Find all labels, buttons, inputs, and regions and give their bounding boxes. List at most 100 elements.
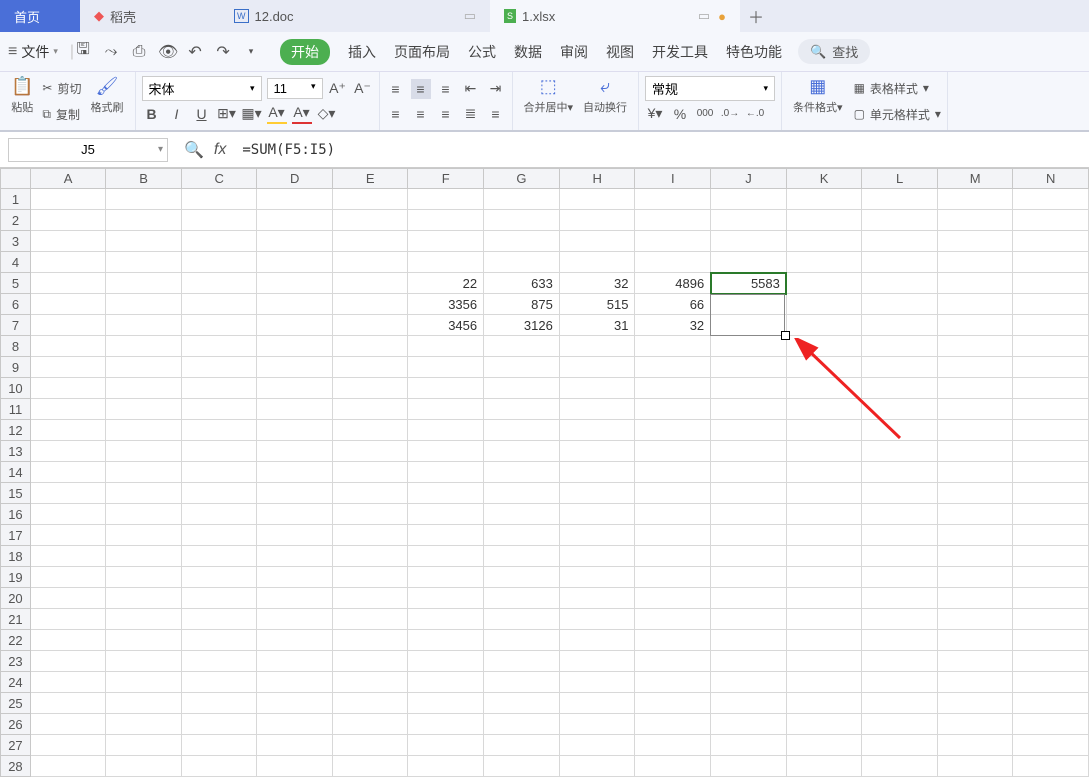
- cell-B7[interactable]: [106, 315, 182, 336]
- cell-F4[interactable]: [408, 252, 484, 273]
- cell-M10[interactable]: [937, 378, 1013, 399]
- cell-M21[interactable]: [937, 609, 1013, 630]
- cell-N11[interactable]: [1013, 399, 1089, 420]
- cell-I2[interactable]: [635, 210, 711, 231]
- cell-E14[interactable]: [332, 462, 408, 483]
- cell-L28[interactable]: [862, 756, 938, 777]
- cell-H20[interactable]: [559, 588, 635, 609]
- cell-N20[interactable]: [1013, 588, 1089, 609]
- cell-J20[interactable]: [711, 588, 787, 609]
- formula-input[interactable]: =SUM(F5:I5): [234, 142, 1089, 158]
- cell-E6[interactable]: [332, 294, 408, 315]
- cell-D28[interactable]: [257, 756, 333, 777]
- cell-N12[interactable]: [1013, 420, 1089, 441]
- tab-xlsx[interactable]: S 1.xlsx ▭ ●: [490, 0, 740, 32]
- cell-C27[interactable]: [181, 735, 257, 756]
- cell-J6[interactable]: [711, 294, 787, 315]
- cell-H18[interactable]: [559, 546, 635, 567]
- thousands-icon[interactable]: 000: [695, 104, 715, 124]
- cell-K14[interactable]: [786, 462, 862, 483]
- cell-M8[interactable]: [937, 336, 1013, 357]
- menu-data[interactable]: 数据: [514, 42, 542, 62]
- cell-N8[interactable]: [1013, 336, 1089, 357]
- cell-N27[interactable]: [1013, 735, 1089, 756]
- align-top-icon[interactable]: ≡: [386, 79, 406, 99]
- cell-G9[interactable]: [484, 357, 560, 378]
- cell-J14[interactable]: [711, 462, 787, 483]
- menu-view[interactable]: 视图: [606, 42, 634, 62]
- fx-icon[interactable]: fx: [214, 141, 226, 159]
- cell-C15[interactable]: [181, 483, 257, 504]
- cell-A5[interactable]: [30, 273, 106, 294]
- cell-C7[interactable]: [181, 315, 257, 336]
- cell-J2[interactable]: [711, 210, 787, 231]
- cell-G1[interactable]: [484, 189, 560, 210]
- add-tab-button[interactable]: ＋: [740, 0, 772, 32]
- cell-A23[interactable]: [30, 651, 106, 672]
- cell-M13[interactable]: [937, 441, 1013, 462]
- row-header-23[interactable]: 23: [1, 651, 31, 672]
- cell-B1[interactable]: [106, 189, 182, 210]
- cell-J3[interactable]: [711, 231, 787, 252]
- cell-J24[interactable]: [711, 672, 787, 693]
- cell-A22[interactable]: [30, 630, 106, 651]
- cell-F20[interactable]: [408, 588, 484, 609]
- cell-L17[interactable]: [862, 525, 938, 546]
- cell-G10[interactable]: [484, 378, 560, 399]
- align-middle-icon[interactable]: ≡: [411, 79, 431, 99]
- cell-F19[interactable]: [408, 567, 484, 588]
- row-header-26[interactable]: 26: [1, 714, 31, 735]
- cell-J25[interactable]: [711, 693, 787, 714]
- cell-K28[interactable]: [786, 756, 862, 777]
- cell-A11[interactable]: [30, 399, 106, 420]
- cell-I5[interactable]: 4896: [635, 273, 711, 294]
- cell-B8[interactable]: [106, 336, 182, 357]
- cell-J28[interactable]: [711, 756, 787, 777]
- row-header-12[interactable]: 12: [1, 420, 31, 441]
- borders-button[interactable]: ⊞▾: [217, 104, 237, 124]
- cell-A4[interactable]: [30, 252, 106, 273]
- cell-E27[interactable]: [332, 735, 408, 756]
- cell-H14[interactable]: [559, 462, 635, 483]
- cell-D19[interactable]: [257, 567, 333, 588]
- cell-I14[interactable]: [635, 462, 711, 483]
- cell-E23[interactable]: [332, 651, 408, 672]
- cell-G8[interactable]: [484, 336, 560, 357]
- cell-C17[interactable]: [181, 525, 257, 546]
- cell-M24[interactable]: [937, 672, 1013, 693]
- cell-G18[interactable]: [484, 546, 560, 567]
- cell-J12[interactable]: [711, 420, 787, 441]
- format-painter-button[interactable]: 🖌 格式刷: [86, 76, 129, 126]
- cell-C13[interactable]: [181, 441, 257, 462]
- cell-B11[interactable]: [106, 399, 182, 420]
- cell-F16[interactable]: [408, 504, 484, 525]
- align-bottom-icon[interactable]: ≡: [436, 79, 456, 99]
- row-header-5[interactable]: 5: [1, 273, 31, 294]
- cell-A25[interactable]: [30, 693, 106, 714]
- cell-D21[interactable]: [257, 609, 333, 630]
- cell-F27[interactable]: [408, 735, 484, 756]
- cell-A21[interactable]: [30, 609, 106, 630]
- cell-B16[interactable]: [106, 504, 182, 525]
- cell-B26[interactable]: [106, 714, 182, 735]
- cell-K23[interactable]: [786, 651, 862, 672]
- cell-I12[interactable]: [635, 420, 711, 441]
- cell-F13[interactable]: [408, 441, 484, 462]
- row-header-16[interactable]: 16: [1, 504, 31, 525]
- cell-C9[interactable]: [181, 357, 257, 378]
- column-header-I[interactable]: I: [635, 169, 711, 189]
- row-header-28[interactable]: 28: [1, 756, 31, 777]
- cell-L14[interactable]: [862, 462, 938, 483]
- cell-A27[interactable]: [30, 735, 106, 756]
- cell-I7[interactable]: 32: [635, 315, 711, 336]
- cell-I1[interactable]: [635, 189, 711, 210]
- cell-B17[interactable]: [106, 525, 182, 546]
- cell-M16[interactable]: [937, 504, 1013, 525]
- select-all-corner[interactable]: [1, 169, 31, 189]
- cell-G28[interactable]: [484, 756, 560, 777]
- indent-decrease-icon[interactable]: ⇤: [461, 79, 481, 99]
- cell-A6[interactable]: [30, 294, 106, 315]
- cell-E18[interactable]: [332, 546, 408, 567]
- cell-B10[interactable]: [106, 378, 182, 399]
- cell-K3[interactable]: [786, 231, 862, 252]
